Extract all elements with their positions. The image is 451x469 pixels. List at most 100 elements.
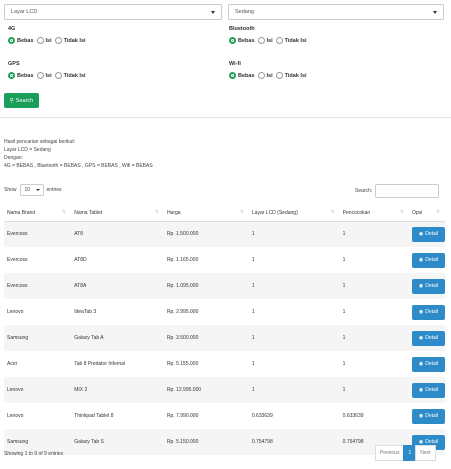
- cell-brand: Lenovo: [4, 377, 72, 403]
- cell-tablet: Thinkpad Tablet 8: [74, 413, 114, 419]
- cell-harga: Rp. 2.995.000: [166, 309, 199, 315]
- table-row: Evercoss AT8A Rp. 1.095.000 1 1 ◉ Detail: [4, 273, 445, 299]
- cell-harga: Rp. 12.995.000: [163, 377, 249, 403]
- detail-button[interactable]: ◉ Detail: [412, 226, 445, 242]
- cell-pencocokan: 1: [342, 309, 346, 315]
- radio-checked-icon: [229, 37, 236, 44]
- radio-unchecked-icon: [257, 72, 265, 79]
- chevron-down-icon: [211, 11, 215, 14]
- cell-harga: Rp. 5.150.000: [163, 429, 249, 455]
- radio-label: Bebas: [17, 72, 34, 79]
- radio-label: Bebas: [17, 37, 34, 44]
- cell-layar: 1: [248, 377, 340, 403]
- detail-label: Detail: [425, 257, 439, 263]
- header-label: Nama Brand: [7, 209, 36, 216]
- previous-button[interactable]: Previous: [375, 445, 405, 461]
- detail-button[interactable]: ◉ Detail: [412, 252, 445, 268]
- radio-gps-tidak-isi[interactable]: Tidak Isi: [54, 72, 86, 79]
- result-line: 4G = BEBAS , Bluetooth = BEBAS , GPS = B…: [4, 163, 153, 169]
- column-header-pencocokan[interactable]: Pencocokan ⇅: [339, 205, 409, 222]
- search-icon: ⚲: [9, 97, 14, 104]
- column-header-opsi[interactable]: Opsi ⇅: [409, 205, 445, 222]
- radio-checked-icon: [8, 72, 15, 79]
- eye-icon: ◉: [418, 257, 424, 263]
- detail-button[interactable]: ◉ Detail: [412, 356, 445, 372]
- detail-button[interactable]: ◉ Detail: [412, 408, 445, 424]
- column-header-layar[interactable]: Layar LCD (Sedang) ⇅: [248, 205, 340, 222]
- radio-unchecked-icon: [36, 72, 44, 79]
- next-button[interactable]: Next: [415, 445, 436, 461]
- cell-brand: Samsung: [4, 325, 72, 351]
- radio-gps-bebas[interactable]: Bebas: [8, 72, 34, 79]
- radio-wifi-tidak-isi[interactable]: Tidak Isi: [275, 72, 307, 79]
- cell-opsi: ◉ Detail: [409, 273, 445, 299]
- ukuran-select-value: Sedang: [235, 9, 254, 15]
- radio-4g-tidak-isi[interactable]: Tidak Isi: [54, 37, 86, 44]
- cell-brand: Lenovo: [7, 413, 24, 419]
- table-search-input[interactable]: [375, 184, 440, 198]
- cell-opsi: ◉ Detail: [409, 221, 445, 247]
- radio-bluetooth-bebas[interactable]: Bebas: [229, 37, 255, 44]
- column-header-brand[interactable]: Nama Brand ⇅: [4, 205, 72, 222]
- column-header-harga[interactable]: Harga ⇅: [163, 205, 249, 222]
- radio-4g-bebas[interactable]: Bebas: [8, 37, 34, 44]
- ukuran-select[interactable]: Sedang: [228, 4, 444, 20]
- cell-opsi: ◉ Detail: [409, 247, 445, 273]
- header-label: Layar LCD (Sedang): [251, 209, 298, 216]
- header-label: Harga: [166, 209, 181, 216]
- cell-brand: Lenovo: [7, 309, 24, 315]
- detail-button[interactable]: ◉ Detail: [412, 330, 445, 346]
- entries-length-select[interactable]: 10: [19, 184, 44, 196]
- cell-pencocokan: 1: [339, 221, 409, 247]
- cell-opsi: ◉ Detail: [409, 299, 445, 325]
- result-line: Hasil pencarian sebagai berikut:: [4, 139, 76, 145]
- radio-4g-isi[interactable]: Isi: [36, 37, 52, 44]
- radio-label: Isi: [266, 72, 273, 79]
- cell-harga: Rp. 1.165.000: [166, 257, 199, 263]
- cell-brand: Evercoss: [4, 273, 72, 299]
- radio-bluetooth-tidak-isi[interactable]: Tidak Isi: [275, 37, 307, 44]
- column-header-tablet[interactable]: Nama Tablet ⇅: [71, 205, 164, 222]
- radio-wifi-bebas[interactable]: Bebas: [229, 72, 255, 79]
- cell-opsi: ◉ Detail: [409, 325, 445, 351]
- layar-select-value: Layar LCD: [11, 9, 38, 15]
- radio-bluetooth-isi[interactable]: Isi: [257, 37, 273, 44]
- eye-icon: ◉: [418, 413, 424, 419]
- table-search: Search:: [355, 184, 440, 198]
- cell-tablet: Tab 8 Predator Infernal: [74, 361, 126, 367]
- table-row: Samsung Galaxy Tab A Rp. 3.500.000 1 1 ◉…: [4, 325, 445, 351]
- cell-opsi: ◉ Detail: [409, 377, 445, 403]
- cell-pencocokan: 0.633639: [342, 413, 364, 419]
- cell-brand: Evercoss: [4, 221, 72, 247]
- table-row: Acer Tab 8 Predator Infernal Rp. 5.155.0…: [4, 351, 445, 377]
- cell-layar: 0.633639: [251, 413, 273, 419]
- result-line: Dengan:: [4, 155, 23, 161]
- eye-icon: ◉: [418, 335, 424, 341]
- radio-label: Bebas: [238, 72, 255, 79]
- cell-tablet: Galaxy Tab S: [71, 429, 164, 455]
- chevron-down-icon: [35, 189, 40, 191]
- search-button[interactable]: ⚲ Search: [4, 93, 39, 108]
- eye-icon: ◉: [418, 387, 424, 393]
- radio-wifi-isi[interactable]: Isi: [257, 72, 273, 79]
- cell-pencocokan: 1: [342, 361, 346, 367]
- search-button-label: Search: [15, 97, 34, 104]
- detail-button[interactable]: ◉ Detail: [412, 278, 445, 294]
- detail-button[interactable]: ◉ Detail: [412, 304, 445, 320]
- divider: [0, 117, 451, 118]
- detail-label: Detail: [425, 335, 439, 341]
- radio-checked-icon: [229, 72, 236, 79]
- radio-checked-icon: [8, 37, 15, 44]
- table-search-label: Search:: [355, 188, 373, 194]
- cell-opsi: ◉ Detail: [409, 351, 445, 377]
- filter-label-gps: GPS: [8, 61, 20, 67]
- filter-label-wifi: Wi-fi: [229, 61, 241, 67]
- radio-gps-isi[interactable]: Isi: [36, 72, 52, 79]
- detail-button[interactable]: ◉ Detail: [412, 382, 445, 398]
- cell-layar: 1: [251, 257, 255, 263]
- cell-tablet: AT8D: [74, 257, 87, 263]
- result-line: Layar LCD = Sedang: [4, 147, 51, 153]
- radio-label: Isi: [45, 37, 52, 44]
- detail-label: Detail: [425, 309, 439, 315]
- layar-select[interactable]: Layar LCD: [4, 4, 222, 20]
